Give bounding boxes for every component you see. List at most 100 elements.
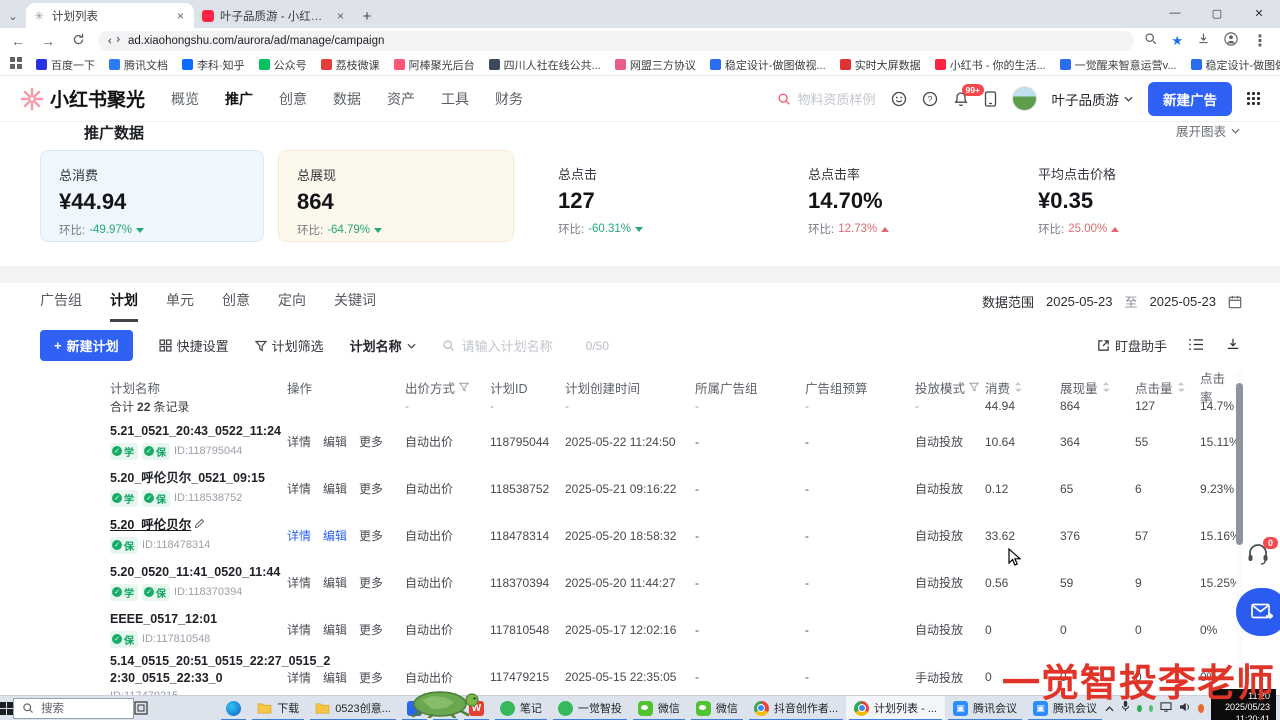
account-avatar[interactable] [1012,86,1037,111]
col-header-10[interactable]: 点击量 [1135,378,1200,397]
col-header-2[interactable]: 出价方式 [405,378,490,397]
bookmark-item[interactable]: 荔枝微课 [321,57,380,73]
tab-close-icon[interactable]: × [175,9,186,23]
entity-tab-3[interactable]: 创意 [222,290,250,322]
col-header-9[interactable]: 展现量 [1060,378,1135,397]
action-edit[interactable]: 编辑 [323,433,347,450]
bookmark-item[interactable]: 网盟三方协议 [615,57,696,73]
nav-item-2[interactable]: 创意 [279,89,307,109]
help-icon[interactable]: ? [922,91,938,107]
action-detail[interactable]: 详情 [287,574,311,591]
sort-icon[interactable] [1014,381,1022,393]
nav-item-1[interactable]: 推广 [225,89,253,109]
plan-name[interactable]: 5.20_呼伦贝尔_0521_09:15 [110,470,287,487]
apps-grid-icon[interactable] [10,56,22,74]
action-edit[interactable]: 编辑 [323,527,347,544]
action-edit[interactable]: 编辑 [323,621,347,638]
reload-icon[interactable] [68,33,88,49]
brand-logo[interactable]: 小红书聚光 [20,85,145,112]
taskbar-item-9[interactable]: 微信 [688,696,746,720]
new-plan-button[interactable]: + 新建计划 [40,330,133,361]
bookmark-star-icon[interactable]: ★ [1171,33,1183,49]
col-header-1[interactable]: 操作 [287,378,405,397]
taskbar-item-10[interactable]: 抖音创作者... [746,696,846,720]
bookmark-item[interactable]: 实时大屏数据 [840,57,921,73]
emoji-icon[interactable] [891,91,907,107]
nav-item-5[interactable]: 工具 [441,89,469,109]
notification-bell-icon[interactable]: 99+ [953,91,969,107]
url-bar[interactable]: ad.xiaohongshu.com/aurora/ad/manage/camp… [98,31,1134,51]
tab-close-icon[interactable]: × [335,9,346,23]
watch-assistant-button[interactable]: 盯盘助手 [1097,336,1167,355]
plan-name[interactable]: 5.20_0520_11:41_0520_11:44 [110,564,287,581]
task-view-button[interactable] [134,701,148,715]
action-edit[interactable]: 编辑 [323,574,347,591]
plan-name[interactable]: 5.14_0515_20:51_0515_22:27_0515_2 [110,653,287,670]
window-minimize-button[interactable]: — [1154,0,1196,26]
export-download-icon[interactable] [1226,337,1240,354]
window-maximize-button[interactable]: ▢ [1196,0,1238,26]
taskbar-item-11[interactable]: 计划列表 - ... [846,696,945,720]
bookmark-item[interactable]: 四川人社在线公共... [489,57,601,73]
zoom-icon[interactable] [1144,32,1157,50]
new-tab-button[interactable]: + [354,4,380,28]
browser-tab-1[interactable]: ✳ 计划列表 × [26,3,194,28]
search-type-select[interactable]: 计划名称 [350,336,416,355]
action-more[interactable]: 更多 [359,669,383,686]
action-detail[interactable]: 详情 [287,433,311,450]
pencil-wrap[interactable] [194,518,205,532]
bookmark-item[interactable]: 公众号 [259,57,307,73]
window-close-button[interactable]: ✕ [1238,0,1280,26]
expand-chart[interactable]: 展开图表 [1176,121,1240,140]
nav-item-4[interactable]: 资产 [387,89,415,109]
sort-icon[interactable] [1177,381,1185,393]
action-detail[interactable]: 详情 [287,621,311,638]
action-more[interactable]: 更多 [359,621,383,638]
bookmark-item[interactable]: 一觉醒来智意运营v... [1060,57,1177,73]
app-grid-icon[interactable] [1247,92,1260,105]
bookmark-item[interactable]: 稳定设计-做图做视... [1191,57,1280,73]
start-button[interactable] [0,696,13,720]
plan-name[interactable]: EEEE_0517_12:01 [110,611,287,628]
action-more[interactable]: 更多 [359,527,383,544]
profile-icon[interactable] [1224,32,1238,51]
col-header-6[interactable]: 广告组预算 [805,378,915,397]
back-icon[interactable]: ← [8,33,28,49]
date-from[interactable]: 2025-05-23 [1046,294,1113,309]
action-more[interactable]: 更多 [359,433,383,450]
taskbar-item-8[interactable]: 微信 [630,696,688,720]
bookmark-item[interactable]: 腾讯文档 [109,57,168,73]
column-settings-icon[interactable] [1189,338,1204,354]
browser-tab-2[interactable]: 叶子品质游 - 小红书搜索 × [194,3,354,28]
taskbar-search-input[interactable]: 搜索 [13,698,134,719]
quick-settings-button[interactable]: 快捷设置 [159,336,229,355]
header-search[interactable]: 物料资质样例 [777,89,875,108]
filter-icon[interactable] [969,382,979,392]
filter-icon[interactable] [459,382,469,392]
new-ad-button[interactable]: 新建广告 [1148,82,1232,116]
entity-tab-0[interactable]: 广告组 [40,290,82,322]
entity-tab-1[interactable]: 计划 [110,290,138,322]
vertical-scrollbar[interactable] [1236,370,1243,690]
taskbar-item-0[interactable] [218,696,249,720]
menu-kebab-icon[interactable]: ⋮ [1252,31,1268,51]
col-header-3[interactable]: 计划ID [490,378,565,397]
account-menu[interactable]: 叶子品质游 [1052,89,1134,109]
bookmark-item[interactable]: 李科·知乎 [182,57,245,73]
tab-list-chevron-icon[interactable]: ⌄ [0,4,26,28]
plan-filter-button[interactable]: 计划筛选 [255,336,324,355]
plan-name[interactable]: 5.21_0521_20:43_0522_11:24 [110,423,287,440]
sort-icon[interactable] [1102,381,1110,393]
bookmark-item[interactable]: 稳定设计-做图做视... [710,57,826,73]
bookmark-item[interactable]: 阿棒聚光后台 [394,57,475,73]
col-header-5[interactable]: 所属广告组 [695,378,805,397]
col-header-0[interactable]: 计划名称 [110,378,287,397]
plan-search-input[interactable]: 请输入计划名称 0/50 [442,336,609,355]
col-header-7[interactable]: 投放模式 [915,378,985,397]
support-headset-button[interactable]: 0 [1246,543,1270,570]
plan-name[interactable]: 5.20_呼伦贝尔 [110,518,191,532]
bookmark-item[interactable]: 小红书 - 你的生活... [935,57,1046,73]
calendar-icon[interactable] [1228,295,1242,309]
entity-tab-5[interactable]: 关键词 [334,290,376,322]
taskbar-item-1[interactable]: 下载 [249,696,307,720]
